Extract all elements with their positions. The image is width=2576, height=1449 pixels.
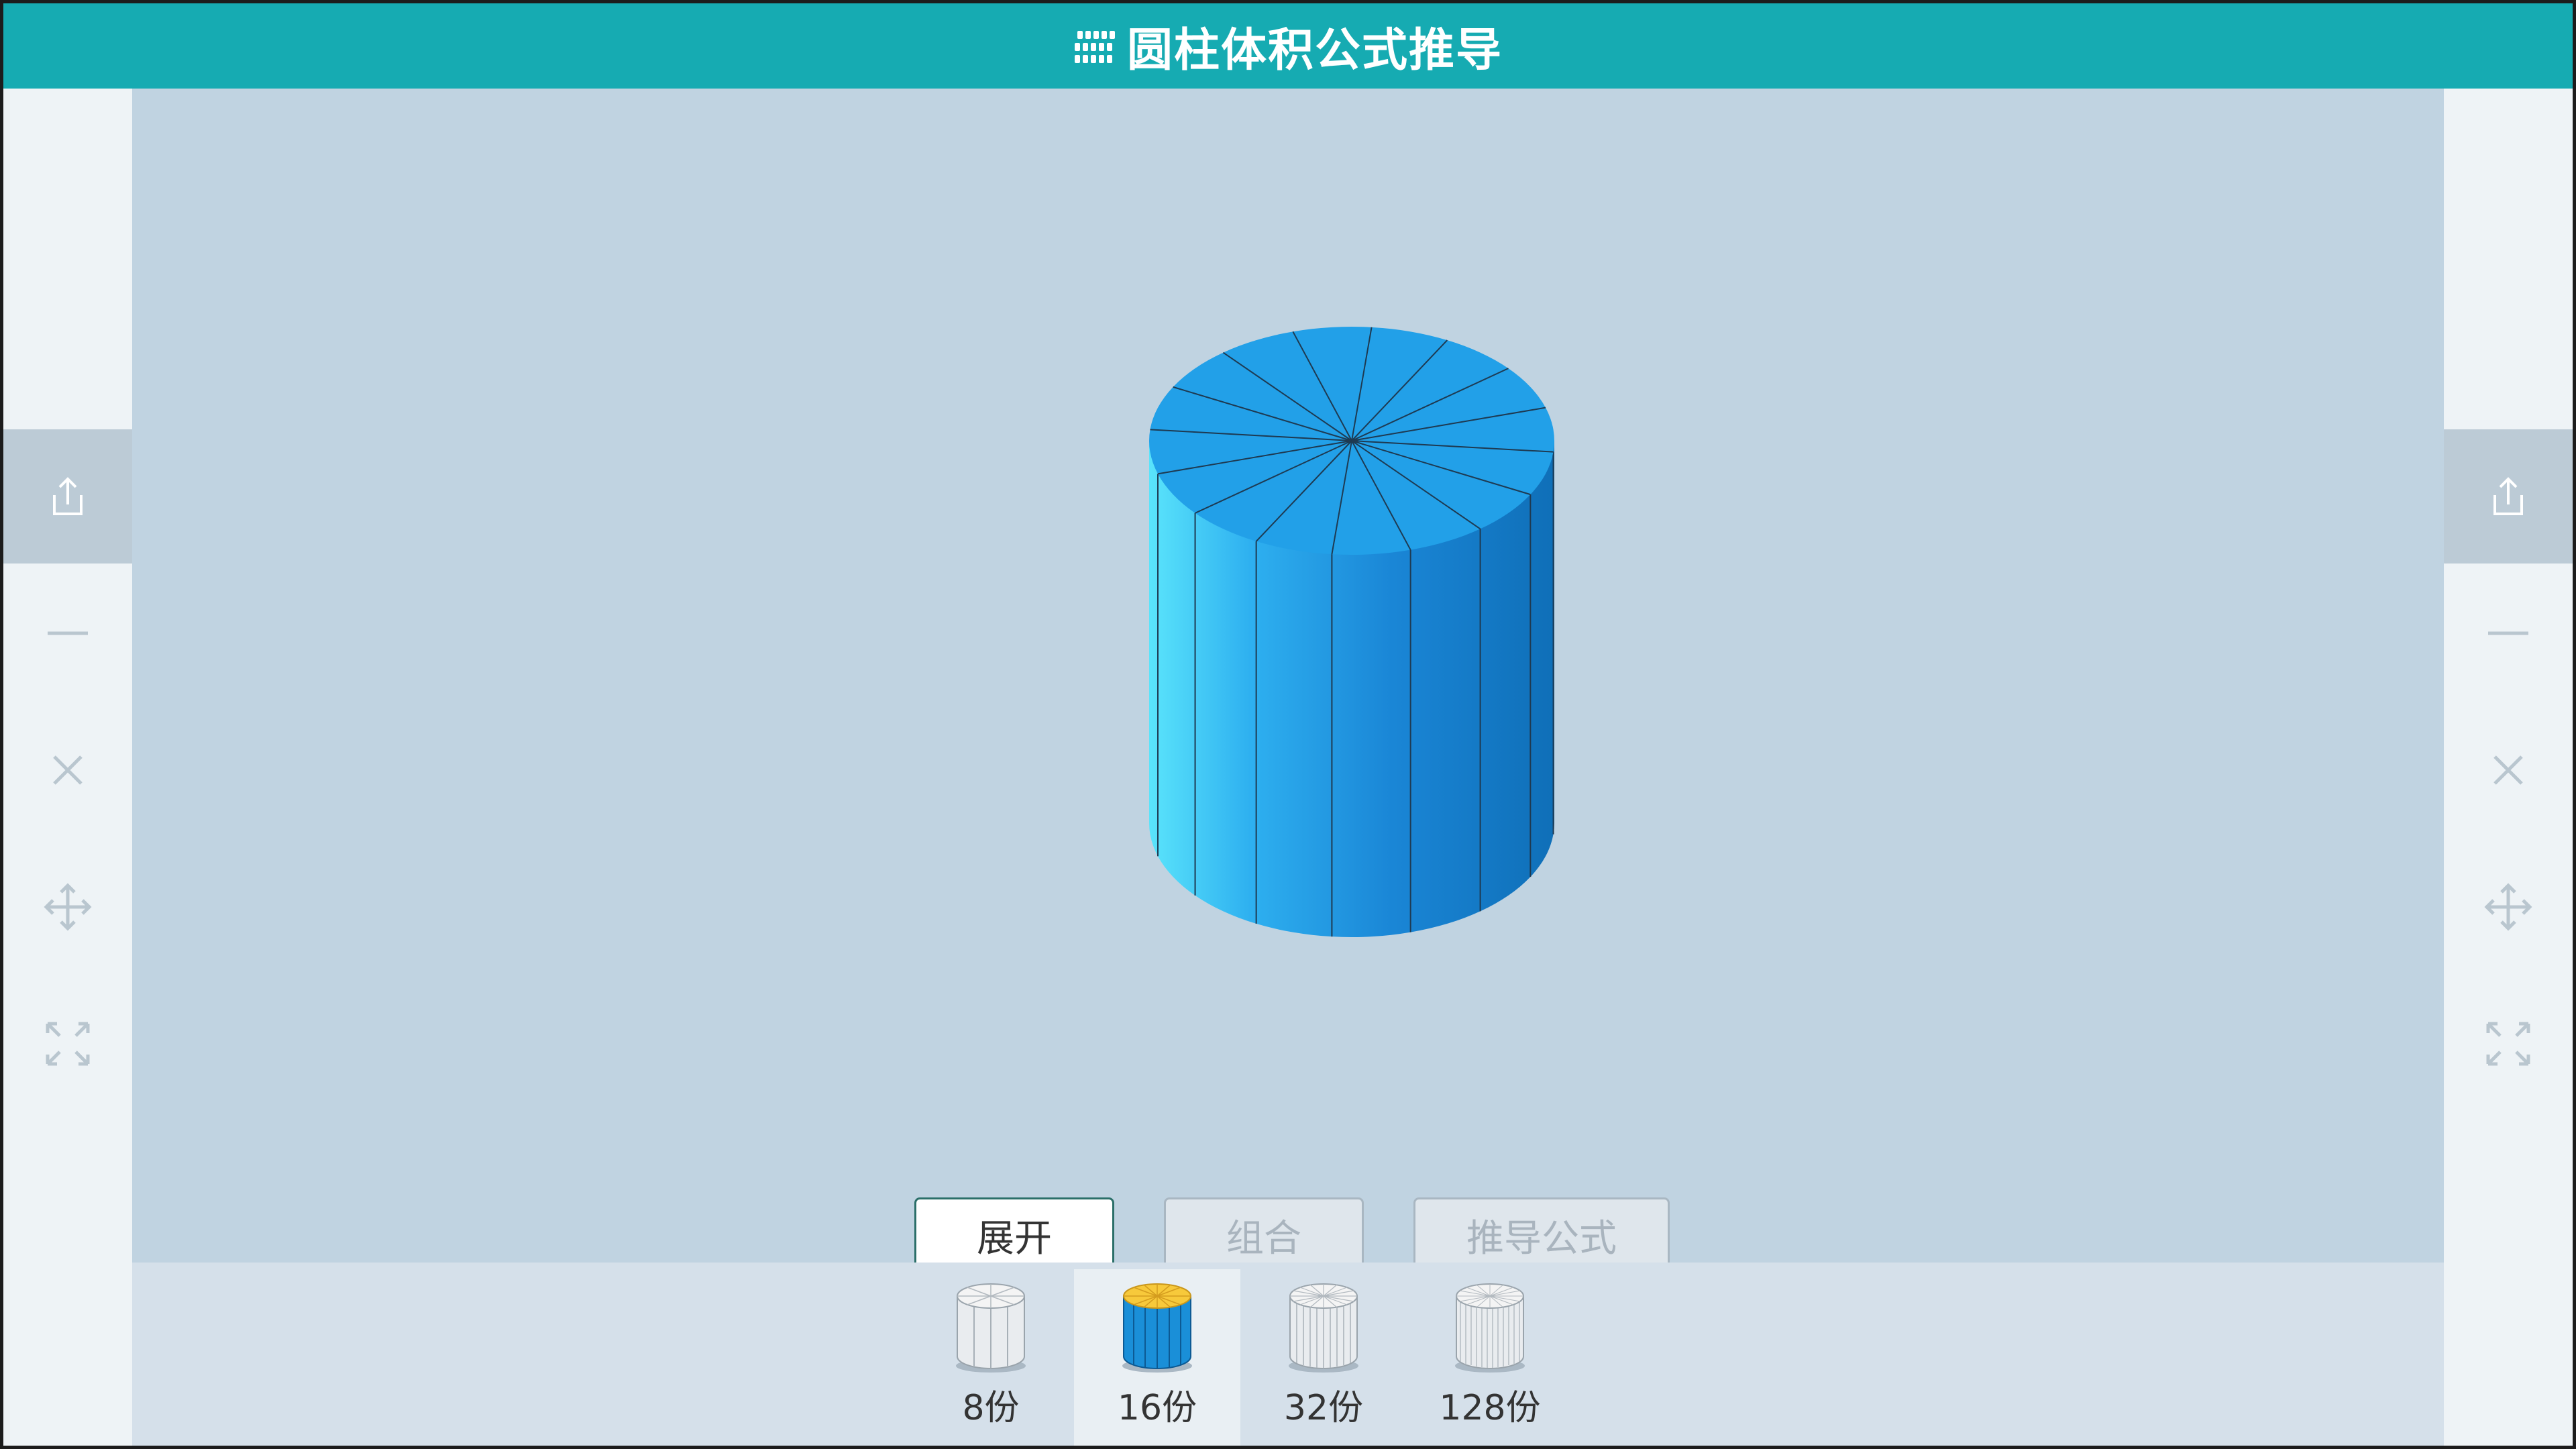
- cylinder-thumb-icon: [1455, 1283, 1525, 1373]
- segment-label: 16份: [1117, 1388, 1197, 1428]
- move-icon: [2484, 883, 2532, 931]
- close-icon: [2493, 755, 2523, 785]
- segment-option-128[interactable]: 128份: [1407, 1269, 1573, 1446]
- share-icon: [53, 477, 83, 515]
- minimize-button-right[interactable]: [2444, 566, 2573, 700]
- minus-icon: [48, 631, 88, 635]
- segment-label: 128份: [1439, 1388, 1541, 1428]
- move-button-right[interactable]: [2444, 840, 2573, 974]
- fullscreen-button[interactable]: [3, 977, 132, 1111]
- close-button[interactable]: [3, 703, 132, 837]
- fullscreen-button-right[interactable]: [2444, 977, 2573, 1111]
- grid-logo-icon: [1074, 30, 1115, 63]
- share-button-right[interactable]: [2444, 429, 2573, 564]
- right-toolbar: [2444, 89, 2573, 1446]
- minimize-button[interactable]: [3, 566, 132, 700]
- segment-option-8[interactable]: 8份: [908, 1269, 1074, 1446]
- main-stage: 展开 组合 推导公式: [132, 89, 2444, 1273]
- segment-label: 8份: [962, 1388, 1020, 1428]
- close-icon: [53, 755, 83, 785]
- cylinder-model[interactable]: [1077, 323, 1627, 941]
- close-button-right[interactable]: [2444, 703, 2573, 837]
- expand-icon: [46, 1022, 90, 1066]
- share-button[interactable]: [3, 429, 132, 564]
- segment-option-32[interactable]: 32份: [1240, 1269, 1407, 1446]
- title-bar: 圆柱体积公式推导: [3, 3, 2573, 89]
- share-icon: [2493, 477, 2523, 515]
- cylinder-thumb-icon: [956, 1283, 1026, 1373]
- left-toolbar: [3, 89, 132, 1446]
- segment-option-16[interactable]: 16份: [1074, 1269, 1240, 1446]
- move-icon: [44, 883, 92, 931]
- segment-label: 32份: [1283, 1388, 1364, 1428]
- cylinder-thumb-icon-active: [1122, 1283, 1192, 1373]
- app-window: 圆柱体积公式推导 展开 组合 推导公式 8份 16份 32份 128份: [0, 0, 2576, 1449]
- cylinder-3d-view[interactable]: [1077, 323, 1627, 941]
- move-button[interactable]: [3, 840, 132, 974]
- segment-selector: 8份 16份 32份 128份: [132, 1263, 2444, 1446]
- app-title: 圆柱体积公式推导: [1126, 24, 1503, 77]
- expand-icon: [2486, 1022, 2530, 1066]
- minus-icon: [2488, 631, 2528, 635]
- cylinder-thumb-icon: [1289, 1283, 1358, 1373]
